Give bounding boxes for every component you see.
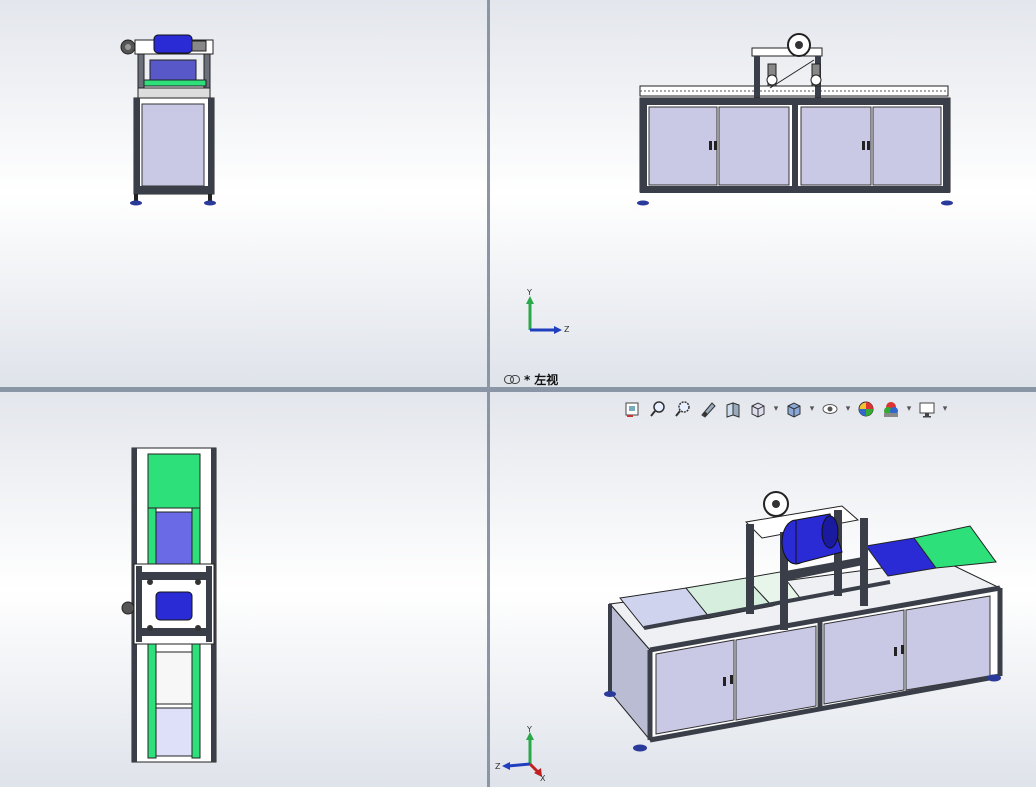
viewport-splitter-vertical[interactable] bbox=[487, 0, 490, 787]
front-view-model[interactable] bbox=[0, 0, 487, 387]
view-modified-marker: * bbox=[524, 372, 531, 387]
triad-y-label: Y bbox=[526, 288, 532, 297]
triad-z-label: Z bbox=[495, 762, 501, 771]
viewport-splitter-horizontal[interactable] bbox=[0, 387, 1036, 392]
viewport-front[interactable] bbox=[0, 0, 487, 387]
view-name-text: 左视 bbox=[534, 373, 559, 387]
triad-z-label: Z bbox=[564, 325, 570, 334]
viewport-top[interactable] bbox=[0, 392, 487, 787]
view-name-label: * 左视 bbox=[504, 371, 558, 387]
top-view-model[interactable] bbox=[0, 392, 487, 787]
link-icon bbox=[504, 375, 520, 384]
triad-isometric-view: Y Z X bbox=[495, 726, 546, 782]
triad-x-label: X bbox=[540, 774, 546, 782]
triad-y-label: Y bbox=[526, 726, 532, 734]
viewport-left[interactable]: Y Z * 左视 bbox=[490, 0, 1036, 387]
triad-left-view: Y Z bbox=[526, 288, 570, 334]
isometric-view-model[interactable] bbox=[490, 392, 1036, 787]
viewport-isometric[interactable]: ▾ ▾ ▾ ▾ ▾ Y Z X bbox=[490, 392, 1036, 787]
